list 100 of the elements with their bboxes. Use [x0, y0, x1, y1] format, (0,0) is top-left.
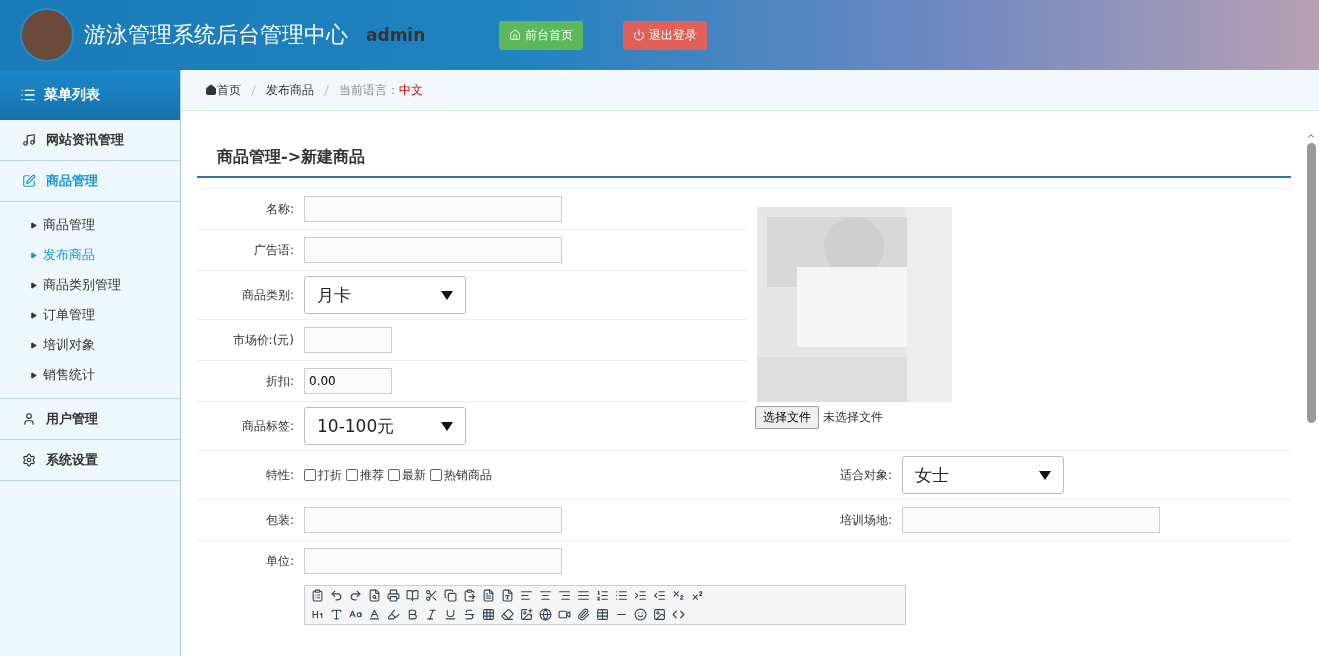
toolbar-icon[interactable]: [330, 608, 343, 621]
toolbar-icon[interactable]: [558, 589, 571, 602]
toolbar-icon[interactable]: [406, 589, 419, 602]
toolbar-icon[interactable]: [444, 589, 457, 602]
form-title: 商品管理->新建商品: [197, 139, 1291, 178]
checkbox-label: 打折: [318, 466, 342, 484]
toolbar-icon[interactable]: [311, 589, 324, 602]
field-label: 市场价:(元): [231, 331, 295, 349]
menu-item[interactable]: 培训对象: [0, 330, 180, 360]
field-label: 商品类别:: [240, 286, 295, 304]
text-field[interactable]: [304, 548, 562, 574]
toolbar-icon[interactable]: [615, 589, 628, 602]
toolbar-icon[interactable]: [634, 589, 647, 602]
toolbar-icon[interactable]: [463, 608, 476, 621]
toolbar-icon[interactable]: [482, 608, 495, 621]
checkbox-label: 推荐: [360, 466, 384, 484]
toolbar-icon[interactable]: [577, 589, 590, 602]
toolbar-icon[interactable]: [444, 608, 457, 621]
triangle-icon: [30, 341, 37, 349]
triangle-icon: [30, 221, 37, 229]
triangle-icon: [30, 251, 37, 259]
triangle-icon: [30, 371, 37, 379]
language-label: 当前语言：: [339, 81, 399, 99]
toolbar-icon[interactable]: [425, 608, 438, 621]
text-field[interactable]: 0.00: [304, 368, 392, 394]
toolbar-icon[interactable]: [539, 608, 552, 621]
checkbox[interactable]: [430, 469, 442, 481]
rich-text-editor[interactable]: [304, 585, 906, 625]
toolbar-icon[interactable]: [311, 608, 324, 621]
checkbox[interactable]: [388, 469, 400, 481]
toolbar-icon[interactable]: [330, 589, 343, 602]
menu-item[interactable]: 商品类别管理: [0, 270, 180, 300]
menu-item[interactable]: 订单管理: [0, 300, 180, 330]
field-label: 适合对象:: [838, 466, 893, 484]
toolbar-icon[interactable]: [482, 589, 495, 602]
checkbox[interactable]: [304, 469, 316, 481]
user-icon: [22, 412, 36, 426]
toolbar-icon[interactable]: [501, 589, 514, 602]
checkbox[interactable]: [346, 469, 358, 481]
language-value: 中文: [399, 81, 423, 99]
logout-button[interactable]: 退出登录: [623, 20, 708, 50]
home-icon: [205, 84, 217, 96]
file-status: 未选择文件: [823, 409, 883, 426]
caret-icon: [1039, 470, 1051, 480]
toolbar-icon[interactable]: [558, 608, 571, 621]
toolbar-icon[interactable]: [349, 589, 362, 602]
toolbar-icon[interactable]: [463, 589, 476, 602]
field-label: 特性:: [264, 466, 295, 484]
breadcrumb-link[interactable]: 首页: [217, 81, 241, 99]
toolbar-icon[interactable]: [387, 608, 400, 621]
menu-item[interactable]: 商品管理: [0, 210, 180, 240]
toolbar-icon[interactable]: [520, 589, 533, 602]
select-dropdown[interactable]: 10-100元: [304, 407, 466, 445]
checkbox-label: 热销商品: [444, 466, 492, 484]
toolbar-icon[interactable]: [539, 589, 552, 602]
select-dropdown[interactable]: 月卡: [304, 276, 466, 314]
caret-icon: [441, 290, 453, 300]
toolbar-icon[interactable]: [634, 608, 647, 621]
toolbar-icon[interactable]: [520, 608, 533, 621]
toolbar-icon[interactable]: [691, 589, 704, 602]
text-field[interactable]: [304, 507, 562, 533]
menu-group[interactable]: 网站资讯管理: [0, 120, 180, 161]
field-label: 培训场地:: [838, 511, 893, 529]
menu-group[interactable]: 系统设置: [0, 440, 180, 481]
toolbar-icon[interactable]: [425, 589, 438, 602]
toolbar-icon[interactable]: [672, 608, 685, 621]
select-dropdown[interactable]: 女士: [902, 456, 1064, 494]
caret-icon: [441, 421, 453, 431]
field-label: 广告语:: [252, 241, 295, 259]
field-label: 单位:: [264, 552, 295, 570]
menu-group[interactable]: 用户管理: [0, 399, 180, 440]
toolbar-icon[interactable]: [368, 608, 381, 621]
toolbar-icon[interactable]: [672, 589, 685, 602]
field-label: 商品标签:: [240, 417, 295, 435]
toolbar-icon[interactable]: [653, 589, 666, 602]
toolbar-icon[interactable]: [653, 608, 666, 621]
toolbar-icon[interactable]: [387, 589, 400, 602]
toolbar-icon[interactable]: [596, 589, 609, 602]
site-title: 游泳管理系统后台管理中心: [84, 21, 348, 49]
breadcrumb-link[interactable]: 发布商品: [266, 81, 314, 99]
text-field[interactable]: [304, 196, 562, 222]
choose-file-button[interactable]: 选择文件: [755, 406, 819, 429]
power-icon: [633, 29, 646, 41]
user-name: admin: [366, 25, 426, 45]
scroll-up-icon[interactable]: [1306, 131, 1316, 141]
toolbar-icon[interactable]: [596, 608, 609, 621]
checkbox-label: 最新: [402, 466, 426, 484]
scrollbar-thumb[interactable]: [1306, 143, 1316, 423]
field-label: 折扣:: [264, 372, 295, 390]
toolbar-icon[interactable]: [577, 608, 590, 621]
toolbar-icon[interactable]: [501, 608, 514, 621]
text-field[interactable]: [902, 507, 1160, 533]
toolbar-icon[interactable]: [406, 608, 419, 621]
menu-item[interactable]: 销售统计: [0, 360, 180, 390]
toolbar-icon[interactable]: [368, 589, 381, 602]
text-field[interactable]: [304, 237, 562, 263]
text-field[interactable]: [304, 327, 392, 353]
menu-heading: 菜单列表: [0, 70, 180, 120]
field-label: 包装:: [264, 511, 295, 529]
home-icon: [509, 29, 522, 41]
